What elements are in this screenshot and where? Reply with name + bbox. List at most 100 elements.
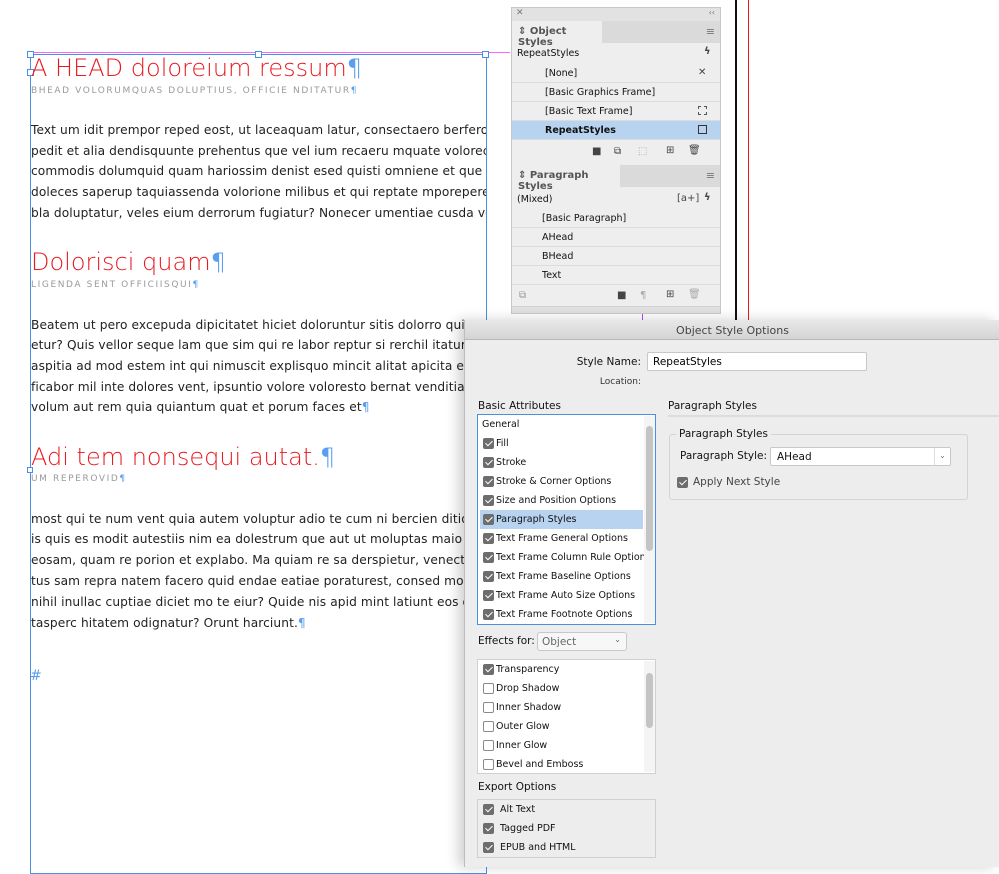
checkbox[interactable] <box>483 590 494 601</box>
list-item[interactable]: Inner Shadow <box>480 698 643 717</box>
list-item[interactable]: Tagged PDF <box>480 819 643 838</box>
trash-icon[interactable]: 🗑 <box>688 145 701 156</box>
effects-list[interactable]: Transparency Drop Shadow Inner Shadow Outer… <box>477 659 656 774</box>
list-item[interactable]: Text Frame Footnote Options <box>480 605 643 624</box>
text-line: commodis dolumquid quam hariossim denist… <box>31 164 486 178</box>
list-item-label: Alt Text <box>500 804 536 815</box>
new-style-icon[interactable]: ⊞ <box>666 145 674 156</box>
quick-apply-icon[interactable]: ϟ <box>704 46 711 57</box>
effects-for-select[interactable]: Object ⌄ <box>537 632 627 651</box>
effects-scrollbar[interactable] <box>644 661 655 772</box>
tab-paragraph-styles[interactable]: ⇕ Paragraph Styles <box>512 165 620 192</box>
resize-grip[interactable] <box>512 306 720 313</box>
checkbox[interactable] <box>483 609 494 620</box>
folder-icon[interactable]: ■ <box>617 290 626 301</box>
checkbox[interactable] <box>483 552 494 563</box>
style-name-input[interactable] <box>647 352 867 371</box>
chevron-down-icon: ⌄ <box>934 448 950 465</box>
checkbox[interactable] <box>483 533 494 544</box>
panel-menu-icon[interactable]: ≡ <box>706 25 715 38</box>
text-frame-default-icon <box>698 125 707 134</box>
list-item[interactable]: Bevel and Emboss <box>480 755 643 774</box>
list-item[interactable]: Text Frame Auto Size Options <box>480 586 643 605</box>
list-item[interactable]: Transparency <box>480 660 643 679</box>
text-line: most qui te num vent quia autem voluptur… <box>31 512 486 526</box>
basic-attributes-scrollbar[interactable] <box>644 416 655 623</box>
text-line: tus sam repra natem facero quid endae ea… <box>31 574 486 588</box>
checkbox[interactable] <box>483 702 494 713</box>
clear-non-defined-icon[interactable]: ⬚ <box>638 146 647 157</box>
dialog-titlebar[interactable]: Object Style Options <box>465 320 999 340</box>
new-style-icon[interactable]: ⊞ <box>666 289 674 300</box>
checkbox[interactable] <box>483 823 494 834</box>
checkbox[interactable] <box>483 842 494 853</box>
list-item-label: Bevel and Emboss <box>496 759 584 770</box>
paragraph-style-ahead[interactable]: AHead <box>512 228 720 247</box>
quick-apply-icon[interactable]: ϟ <box>704 192 711 203</box>
no-style-icon: ✕ <box>698 67 707 78</box>
trash-icon[interactable]: 🗑 <box>688 289 701 300</box>
tab-object-styles[interactable]: ⇕ Object Styles <box>512 21 602 48</box>
clear-overrides-icon[interactable]: ⧉ <box>614 146 621 157</box>
list-item[interactable]: Stroke <box>480 453 643 472</box>
current-object-style: RepeatStyles <box>517 48 580 59</box>
list-item[interactable]: Stroke & Corner Options <box>480 472 643 491</box>
checkbox[interactable] <box>483 740 494 751</box>
checkbox[interactable] <box>483 759 494 770</box>
checkbox[interactable] <box>483 804 494 815</box>
checkbox[interactable] <box>483 476 494 487</box>
list-item-label: Paragraph Styles <box>496 514 577 525</box>
close-icon[interactable]: ✕ <box>516 8 524 18</box>
panel-menu-icon[interactable]: ≡ <box>706 169 715 182</box>
object-style-repeatstyles[interactable]: RepeatStyles <box>512 121 720 140</box>
checkbox[interactable] <box>483 664 494 675</box>
object-style-basic-graphics-frame[interactable]: [Basic Graphics Frame] <box>512 83 720 102</box>
new-style-badge[interactable]: [a+] <box>677 193 699 204</box>
text-line: tasperc hitatem odignatur? Orunt harciun… <box>31 616 306 630</box>
list-item[interactable]: Text Frame Baseline Options <box>480 567 643 586</box>
paragraph-style-select[interactable]: AHead ⌄ <box>770 447 951 466</box>
list-item[interactable]: Alt Text <box>480 800 643 819</box>
collapse-icon[interactable]: ‹‹ <box>709 8 715 17</box>
text-line: nihil inullac cuptiae diciet mo te eiur?… <box>31 595 486 609</box>
end-of-story-marker: # <box>30 668 42 684</box>
load-styles-icon[interactable]: ⧉ <box>519 290 526 301</box>
paragraph-style-text[interactable]: Text <box>512 266 720 285</box>
basic-attributes-list[interactable]: General Fill Stroke Stroke & Corner Options… <box>477 414 656 625</box>
list-item[interactable]: Fill <box>480 434 643 453</box>
checkbox[interactable] <box>483 438 494 449</box>
list-item[interactable]: Text Frame Column Rule Options <box>480 548 651 567</box>
clear-overrides-icon[interactable]: ¶ <box>640 290 646 301</box>
checkbox[interactable] <box>483 721 494 732</box>
list-item[interactable]: Drop Shadow <box>480 679 643 698</box>
checkbox[interactable] <box>483 571 494 582</box>
checkbox[interactable] <box>483 683 494 694</box>
list-item[interactable]: Outer Glow <box>480 717 643 736</box>
folder-icon[interactable]: ■ <box>592 146 601 157</box>
export-options-list[interactable]: Alt Text Tagged PDF EPUB and HTML <box>477 799 656 858</box>
checkbox[interactable] <box>483 495 494 506</box>
list-item[interactable]: Inner Glow <box>480 736 643 755</box>
list-item-label: Stroke <box>496 457 527 468</box>
frame-handle-tr[interactable] <box>482 51 489 58</box>
list-item[interactable]: EPUB and HTML <box>480 838 643 857</box>
ahead-paragraph: Adi tem nonsequi autat.¶ <box>31 443 336 471</box>
list-item[interactable]: Size and Position Options <box>480 491 643 510</box>
list-item-label: EPUB and HTML <box>500 842 576 853</box>
list-item[interactable]: Text Frame General Options <box>480 529 643 548</box>
location-label: Location: <box>599 377 641 387</box>
checkbox[interactable] <box>483 514 494 525</box>
page-edge <box>735 0 737 320</box>
checkbox[interactable] <box>483 457 494 468</box>
paragraph-style-basic[interactable]: [Basic Paragraph] <box>512 209 720 228</box>
object-style-none[interactable]: [None] ✕ <box>512 64 720 83</box>
text-line: bla doluptatur, veles eium derrorum fugi… <box>31 206 486 220</box>
export-options-label: Export Options <box>478 781 557 793</box>
chevron-down-icon: ⌄ <box>614 635 621 644</box>
object-style-basic-text-frame[interactable]: [Basic Text Frame] <box>512 102 720 121</box>
paragraph-style-bhead[interactable]: BHead <box>512 247 720 266</box>
paragraph-styles-group <box>669 434 968 500</box>
list-item[interactable]: Paragraph Styles <box>480 510 643 529</box>
section-divider <box>668 415 999 417</box>
list-item[interactable]: General <box>480 415 643 434</box>
